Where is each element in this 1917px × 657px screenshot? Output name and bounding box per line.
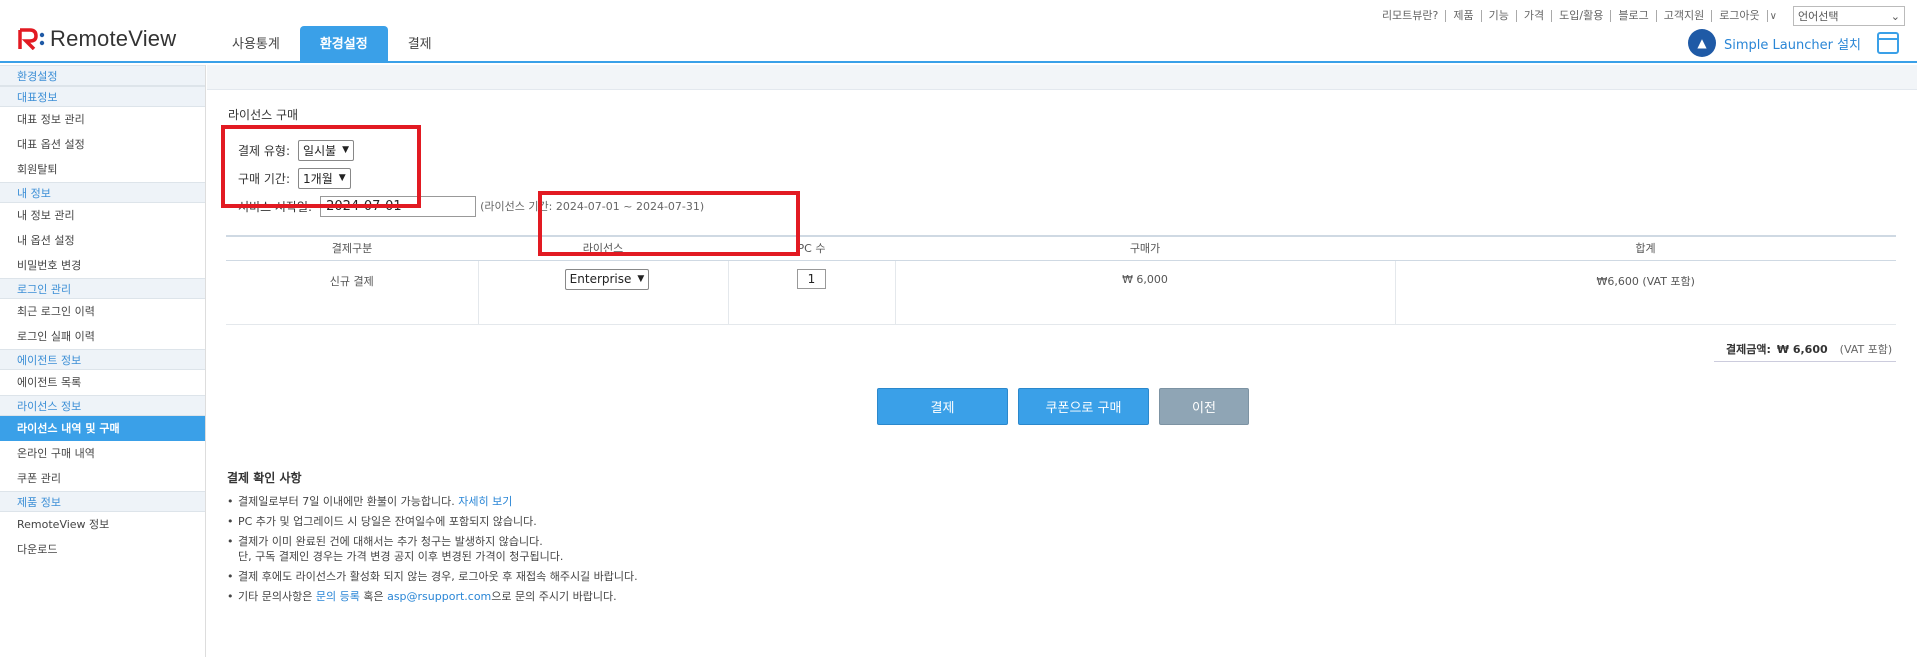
total-amount: 결제금액: ₩ 6,600 (VAT 포함)	[1714, 337, 1896, 362]
payment-notes: 결제 확인 사항 결제일로부터 7일 이내에만 환불이 가능합니다. 자세히 보…	[227, 469, 638, 609]
sidebar-item-login-fail[interactable]: 로그인 실패 이력	[0, 324, 205, 349]
license-table: 결제구분 라이선스 PC 수 구매가 합계 신규 결제 Enterprise ▼…	[226, 235, 1896, 325]
sidebar-item-my-option[interactable]: 내 옵션 설정	[0, 228, 205, 253]
notes-title: 결제 확인 사항	[227, 471, 302, 485]
sidebar-section-product: 제품 정보	[0, 491, 205, 512]
simple-launcher[interactable]: ▲ Simple Launcher 설치	[1688, 29, 1899, 57]
sidebar-section-license: 라이선스 정보	[0, 395, 205, 416]
sidebar-section-my-info: 내 정보	[0, 182, 205, 203]
cell-price: ₩ 6,000	[895, 260, 1396, 325]
sidebar-item-license[interactable]: 라이선스 내역 및 구매	[0, 416, 205, 441]
sidebar-item-password[interactable]: 비밀번호 변경	[0, 253, 205, 278]
cell-sum: ₩6,600 (VAT 포함)	[1395, 260, 1896, 325]
link-blog[interactable]: 블로그	[1611, 10, 1657, 22]
sidebar-section-settings[interactable]: 환경설정	[0, 65, 205, 86]
col-header-sum: 합계	[1395, 235, 1896, 261]
tab-payment[interactable]: 결제	[388, 26, 452, 63]
sidebar-section-login: 로그인 관리	[0, 278, 205, 299]
highlight-box-license	[538, 191, 800, 256]
action-buttons: 결제 쿠폰으로 구매 이전	[877, 388, 1249, 425]
cell-type: 신규 결제	[226, 260, 479, 325]
total-label: 결제금액:	[1726, 343, 1771, 356]
sidebar-item-rv-info[interactable]: RemoteView 정보	[0, 512, 205, 537]
link-adoption[interactable]: 도입/활용	[1552, 10, 1612, 22]
sidebar-section-agent: 에이전트 정보	[0, 349, 205, 370]
sidebar-item-download[interactable]: 다운로드	[0, 537, 205, 562]
list-item: PC 추가 및 업그레이드 시 당일은 잔여일수에 포함되지 않습니다.	[227, 514, 638, 529]
sidebar-item-rep-option[interactable]: 대표 옵션 설정	[0, 132, 205, 157]
cell-pc-count: 1	[728, 260, 896, 325]
list-item: 결제 후에도 라이선스가 활성화 되지 않는 경우, 로그아웃 후 재접속 해주…	[227, 569, 638, 584]
chevron-down-icon: ▼	[637, 274, 645, 284]
pay-button[interactable]: 결제	[877, 388, 1008, 425]
main-content: 라이선스 구매 결제 유형: 일시불 ▼ 구매 기간: 1개월 ▼ 서비스 시작…	[207, 65, 1917, 604]
tab-usage-stats[interactable]: 사용통계	[212, 26, 300, 63]
cell-license: Enterprise ▼	[478, 260, 729, 325]
sidebar-item-rep-manage[interactable]: 대표 정보 관리	[0, 107, 205, 132]
content-topbar	[207, 65, 1917, 90]
details-link[interactable]: 자세히 보기	[458, 495, 512, 508]
top-links: 리모트뷰란? 제품 기능 가격 도입/활용 블로그 고객지원 로그아웃 ∨ 언어…	[1375, 6, 1905, 26]
language-select-value: 언어선택	[1798, 10, 1839, 23]
list-item: 결제가 이미 완료된 건에 대해서는 추가 청구는 발생하지 않습니다. 단, …	[227, 534, 638, 564]
remoteview-logo-icon	[18, 28, 45, 50]
sidebar-item-my-manage[interactable]: 내 정보 관리	[0, 203, 205, 228]
sidebar-item-recent-login[interactable]: 최근 로그인 이력	[0, 299, 205, 324]
license-select[interactable]: Enterprise ▼	[564, 268, 650, 290]
email-link[interactable]: asp@rsupport.com	[387, 590, 491, 603]
inquiry-link[interactable]: 문의 등록	[316, 590, 360, 603]
link-logout[interactable]: 로그아웃	[1712, 10, 1768, 22]
sidebar-item-online-purchase[interactable]: 온라인 구매 내역	[0, 441, 205, 466]
link-about[interactable]: 리모트뷰란?	[1375, 10, 1447, 22]
link-product[interactable]: 제품	[1446, 10, 1482, 22]
sidebar: 환경설정 대표정보 대표 정보 관리 대표 옵션 설정 회원탈퇴 내 정보 내 …	[0, 65, 206, 657]
table-row: 신규 결제 Enterprise ▼ 1 ₩ 6,000 ₩6,600 (VAT…	[226, 260, 1896, 325]
sidebar-item-withdraw[interactable]: 회원탈퇴	[0, 157, 205, 182]
chevron-down-icon: ⌄	[1890, 9, 1900, 23]
total-vat: (VAT 포함)	[1839, 343, 1893, 356]
launcher-rocket-icon: ▲	[1688, 29, 1716, 57]
coupon-purchase-button[interactable]: 쿠폰으로 구매	[1018, 388, 1149, 425]
launcher-label: Simple Launcher 설치	[1724, 37, 1861, 53]
total-value: ₩ 6,600	[1776, 342, 1828, 356]
tab-settings[interactable]: 환경설정	[299, 26, 388, 63]
list-item: 기타 문의사항은 문의 등록 혹은 asp@rsupport.com으로 문의 …	[227, 589, 638, 604]
chevron-down-icon[interactable]: ∨	[1768, 11, 1783, 22]
pc-count-input[interactable]: 1	[797, 268, 826, 289]
col-header-price: 구매가	[895, 235, 1395, 261]
previous-button[interactable]: 이전	[1159, 388, 1249, 425]
link-features[interactable]: 기능	[1482, 10, 1517, 22]
window-icon[interactable]	[1877, 32, 1899, 54]
main-nav: 사용통계 환경설정 결제	[212, 26, 452, 63]
page-title: 라이선스 구매	[228, 108, 299, 122]
list-item: 결제일로부터 7일 이내에만 환불이 가능합니다. 자세히 보기	[227, 494, 638, 509]
sidebar-item-agent-list[interactable]: 에이전트 목록	[0, 370, 205, 395]
logo[interactable]: RemoteView	[18, 26, 176, 52]
highlight-box-form	[221, 125, 421, 208]
sidebar-item-coupon[interactable]: 쿠폰 관리	[0, 466, 205, 491]
license-value: Enterprise	[569, 272, 632, 286]
sidebar-section-rep-info: 대표정보	[0, 86, 205, 107]
language-select[interactable]: 언어선택 ⌄	[1793, 6, 1905, 26]
col-header-type: 결제구분	[226, 235, 478, 261]
link-support[interactable]: 고객지원	[1657, 10, 1713, 22]
logo-text: RemoteView	[50, 26, 177, 51]
link-price[interactable]: 가격	[1517, 10, 1553, 22]
